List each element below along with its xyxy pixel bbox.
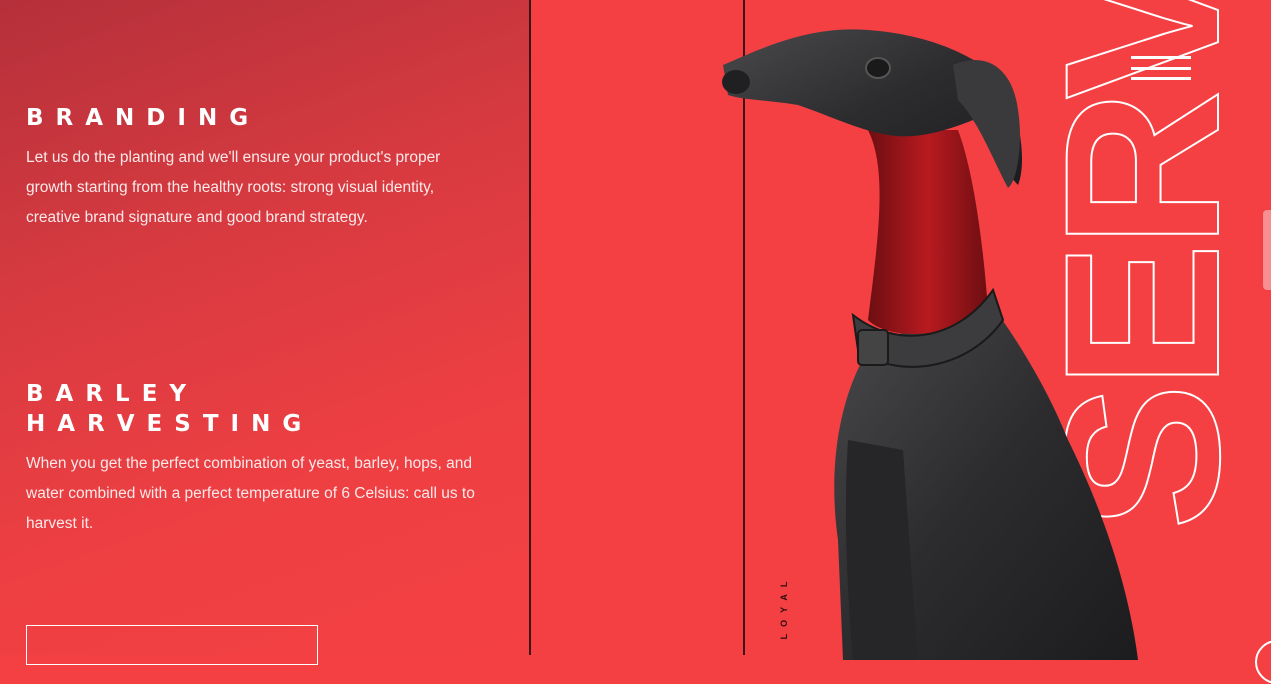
menu-line — [1131, 66, 1191, 70]
corner-circle-icon — [1255, 640, 1271, 684]
service-title: BARLEY HARVESTING — [26, 381, 314, 437]
service-branding: BRANDING Let us do the planting and we'l… — [26, 103, 486, 233]
left-panel — [0, 0, 530, 655]
service-title: BRANDING — [26, 105, 261, 131]
vertical-tag: LOYAL — [772, 565, 796, 650]
hamburger-menu-icon[interactable] — [1131, 56, 1191, 80]
menu-line — [1131, 56, 1191, 59]
greyhound-statue-image — [722, 29, 1138, 660]
menu-line — [1131, 77, 1191, 80]
vertical-tag-text: LOYAL — [779, 574, 789, 640]
cta-button[interactable] — [26, 625, 318, 665]
service-description: When you get the perfect combination of … — [26, 455, 475, 532]
service-description: Let us do the planting and we'll ensure … — [26, 149, 441, 226]
service-barley-harvesting: BARLEY HARVESTING When you get the perfe… — [26, 379, 486, 539]
divider-line-left — [529, 0, 531, 655]
scroll-indicator[interactable] — [1263, 210, 1271, 290]
